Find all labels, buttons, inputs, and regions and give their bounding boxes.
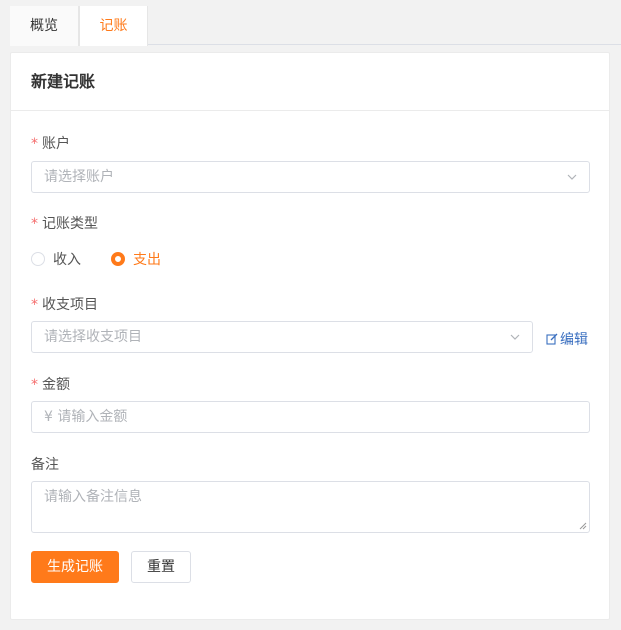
amount-label: * 金额 <box>31 377 70 393</box>
radio-income-label: 收入 <box>53 252 81 268</box>
item-select[interactable]: 请选择收支项目 <box>31 321 533 353</box>
tab-bar: 概览 记账 <box>10 6 621 46</box>
edit-icon <box>546 333 558 345</box>
amount-placeholder: ¥ 请输入金额 <box>44 409 128 425</box>
chevron-down-icon <box>510 334 520 340</box>
account-placeholder: 请选择账户 <box>44 169 114 185</box>
radio-expense-label: 支出 <box>133 252 161 268</box>
note-placeholder: 请输入备注信息 <box>44 489 142 505</box>
amount-input[interactable]: ¥ 请输入金额 <box>31 401 590 433</box>
note-textarea[interactable]: 请输入备注信息 <box>31 481 590 533</box>
generate-entry-button[interactable]: 生成记账 <box>31 551 119 583</box>
tab-overview[interactable]: 概览 <box>10 6 79 46</box>
tab-bookkeeping[interactable]: 记账 <box>79 6 148 46</box>
radio-income[interactable]: 收入 <box>31 249 81 269</box>
account-select[interactable]: 请选择账户 <box>31 161 590 193</box>
type-label: * 记账类型 <box>31 216 98 232</box>
radio-expense[interactable]: 支出 <box>111 249 161 269</box>
radio-dot-selected <box>111 252 125 266</box>
required-mark: * <box>31 377 38 393</box>
edit-label: 编辑 <box>560 332 588 348</box>
resize-grip-icon[interactable] <box>579 522 587 530</box>
radio-dot <box>31 252 45 266</box>
card-title: 新建记账 <box>11 53 609 111</box>
required-mark: * <box>31 297 38 313</box>
edit-link[interactable]: 编辑 <box>546 329 588 349</box>
chevron-down-icon <box>567 174 577 180</box>
account-label: * 账户 <box>31 136 70 152</box>
reset-button[interactable]: 重置 <box>131 551 191 583</box>
required-mark: * <box>31 136 38 152</box>
item-placeholder: 请选择收支项目 <box>44 329 142 345</box>
item-label: * 收支项目 <box>31 297 98 313</box>
required-mark: * <box>31 216 38 232</box>
new-entry-card: 新建记账 * 账户 请选择账户 * 记账类型 收入 支出 * 收支项目 请选择收支项目… <box>10 52 610 620</box>
note-label: 备注 <box>31 457 59 473</box>
